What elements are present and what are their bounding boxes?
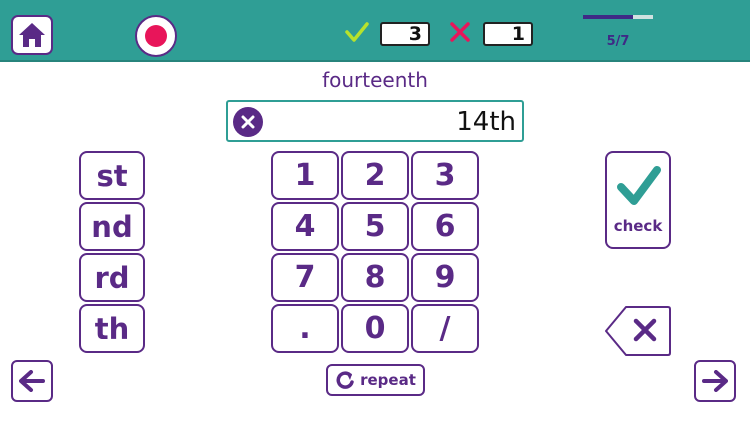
previous-button[interactable] <box>11 360 53 402</box>
key-9[interactable]: 9 <box>411 253 479 302</box>
prompt-word: fourteenth <box>322 68 428 92</box>
suffix-key-nd[interactable]: nd <box>79 202 145 251</box>
suffix-key-th[interactable]: th <box>79 304 145 353</box>
key-5[interactable]: 5 <box>341 202 409 251</box>
key-4[interactable]: 4 <box>271 202 339 251</box>
answer-value: 14th <box>456 107 516 137</box>
backspace-icon <box>605 306 671 356</box>
checkmark-icon <box>617 166 661 205</box>
answer-field[interactable]: 14th <box>226 100 524 142</box>
key-8[interactable]: 8 <box>341 253 409 302</box>
check-button[interactable]: check <box>605 151 671 249</box>
key-slash[interactable]: / <box>411 304 479 353</box>
key-dot[interactable]: . <box>271 304 339 353</box>
wrong-count: 1 <box>483 22 533 46</box>
key-2[interactable]: 2 <box>341 151 409 200</box>
check-label: check <box>613 217 663 235</box>
correct-count: 3 <box>380 22 430 46</box>
progress-fill <box>583 15 633 19</box>
next-button[interactable] <box>694 360 736 402</box>
progress-label: 5/7 <box>606 34 630 49</box>
arrow-right-icon <box>702 370 728 392</box>
suffix-key-st[interactable]: st <box>79 151 145 200</box>
backspace-button[interactable] <box>604 305 672 357</box>
key-1[interactable]: 1 <box>271 151 339 200</box>
repeat-label: repeat <box>360 371 416 389</box>
key-6[interactable]: 6 <box>411 202 479 251</box>
home-icon <box>19 23 45 47</box>
repeat-button[interactable]: repeat <box>326 364 425 396</box>
progress-bar <box>583 15 653 19</box>
cross-icon <box>448 20 472 44</box>
key-0[interactable]: 0 <box>341 304 409 353</box>
checkmark-icon <box>345 20 369 44</box>
top-bar: 3 1 5/7 <box>0 0 750 62</box>
key-3[interactable]: 3 <box>411 151 479 200</box>
arrow-left-icon <box>19 370 45 392</box>
suffix-key-rd[interactable]: rd <box>79 253 145 302</box>
repeat-icon <box>336 371 354 389</box>
clear-icon <box>241 115 255 129</box>
key-7[interactable]: 7 <box>271 253 339 302</box>
record-icon <box>145 25 167 47</box>
home-button[interactable] <box>11 15 53 55</box>
clear-button[interactable] <box>233 107 263 137</box>
record-button[interactable] <box>135 15 177 57</box>
